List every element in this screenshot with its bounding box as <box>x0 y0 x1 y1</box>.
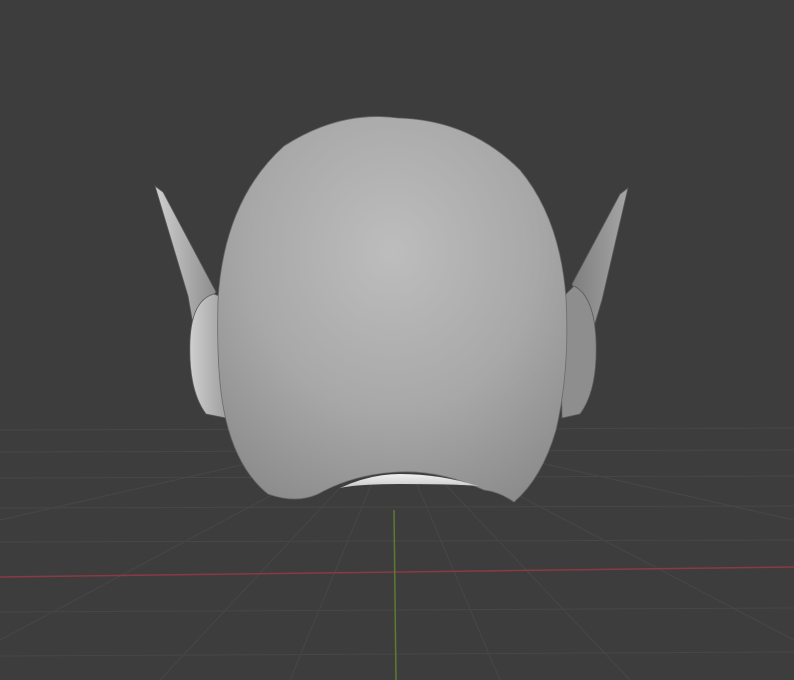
viewport-canvas[interactable] <box>0 0 794 680</box>
3d-viewport[interactable] <box>0 0 794 680</box>
helmet-model[interactable] <box>154 116 629 503</box>
helmet-dome[interactable] <box>217 116 568 503</box>
x-axis-line <box>0 566 794 578</box>
